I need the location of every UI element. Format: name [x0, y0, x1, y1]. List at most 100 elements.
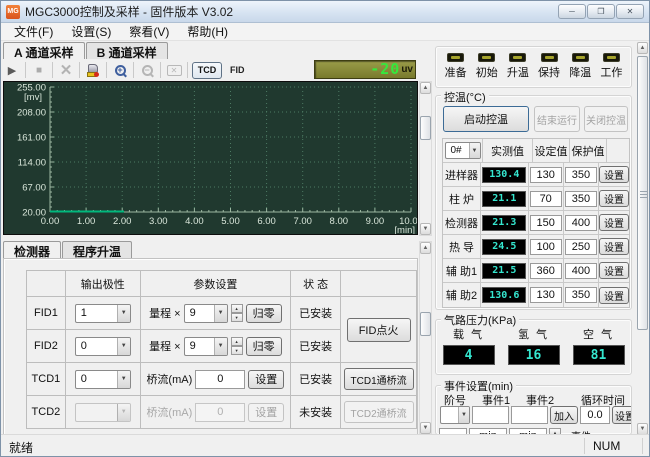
- tcd2-bridge-input: 0: [195, 403, 245, 422]
- tcd1-bridge-input[interactable]: 0: [195, 370, 245, 389]
- tcd-toggle-button[interactable]: TCD: [192, 62, 222, 79]
- right-panel-scrollbar[interactable]: ▲ ▼: [637, 42, 650, 435]
- set-value-input[interactable]: 70: [530, 191, 562, 207]
- temp-set-button[interactable]: 设置: [599, 166, 629, 183]
- led-icon: [541, 53, 558, 62]
- scroll-up-icon[interactable]: ▲: [420, 242, 431, 254]
- protect-value-input[interactable]: 250: [565, 239, 597, 255]
- close-button[interactable]: ✕: [616, 4, 644, 19]
- svg-text:[min]: [min]: [394, 225, 415, 234]
- fid-toggle-button[interactable]: FID: [230, 65, 245, 75]
- temp-table: 0#▼ 实测值 设定值 保护值 进样器 130.4 130 350 设置 柱 炉…: [442, 138, 630, 308]
- cycle-time-input[interactable]: 0.0: [580, 406, 610, 424]
- spin-up-icon[interactable]: ▲: [231, 337, 243, 346]
- actual-lcd: 21.3: [482, 215, 526, 231]
- zoom-out-button[interactable]: −: [138, 61, 156, 79]
- temp-header-protect: 保护值: [570, 139, 607, 162]
- spin-down-icon[interactable]: ▼: [231, 346, 243, 355]
- fid2-range-select[interactable]: 9▼: [184, 337, 228, 356]
- tcd1-polarity-select[interactable]: 0▼: [75, 370, 131, 389]
- air-pressure-lcd: 81: [573, 345, 625, 365]
- temp-set-button[interactable]: 设置: [599, 190, 629, 207]
- add-event-button[interactable]: 加入: [550, 406, 578, 424]
- temp-set-button[interactable]: 设置: [599, 262, 629, 279]
- tab-channel-b[interactable]: B 通道采样: [86, 42, 168, 59]
- restore-button[interactable]: ❐: [587, 4, 615, 19]
- fid2-polarity-select[interactable]: 0▼: [75, 337, 131, 356]
- temp-row-injector: 进样器 130.4 130 350 设置: [443, 163, 629, 187]
- minimize-button[interactable]: ─: [558, 4, 586, 19]
- tcd1-bridge-on-button[interactable]: TCD1通桥流: [344, 368, 414, 390]
- channel-tabs: A 通道采样 B 通道采样: [3, 42, 169, 59]
- det-row-label: TCD1: [27, 363, 66, 396]
- delete-button[interactable]: ✕: [57, 61, 75, 79]
- temp-row-column-oven: 柱 炉 21.1 70 350 设置: [443, 187, 629, 211]
- fid1-polarity-select[interactable]: 1▼: [75, 304, 131, 323]
- fid-ignite-button[interactable]: FID点火: [347, 318, 411, 342]
- menu-view[interactable]: 察看(V): [120, 22, 178, 41]
- tcd1-set-button[interactable]: 设置: [248, 370, 284, 389]
- fid1-zero-button[interactable]: 归零: [246, 304, 282, 323]
- protect-value-input[interactable]: 400: [565, 215, 597, 231]
- protect-value-input[interactable]: 350: [565, 167, 597, 183]
- detector-scrollbar-thumb[interactable]: [420, 312, 431, 336]
- actual-lcd: 21.5: [482, 263, 526, 279]
- set-value-input[interactable]: 100: [530, 239, 562, 255]
- fid2-range-spinner[interactable]: ▲▼: [231, 337, 243, 355]
- temp-set-button[interactable]: 设置: [599, 214, 629, 231]
- set-value-input[interactable]: 130: [530, 287, 562, 303]
- menu-settings[interactable]: 设置(S): [62, 22, 120, 41]
- svg-text:8.00: 8.00: [330, 216, 349, 227]
- temp-control-group: 启动控温 结束运行 关闭控温 0#▼ 实测值 设定值 保护值 进样器 130.4…: [435, 95, 632, 310]
- led-heating: 升温: [507, 53, 529, 80]
- tab-temp-program[interactable]: 程序升温: [62, 241, 132, 258]
- menu-help[interactable]: 帮助(H): [178, 22, 237, 41]
- tab-detector[interactable]: 检测器: [3, 241, 61, 258]
- start-acquisition-button[interactable]: ▶: [3, 61, 21, 79]
- set-value-input[interactable]: 130: [530, 167, 562, 183]
- start-temp-button[interactable]: 启动控温: [443, 106, 529, 132]
- detector-scrollbar[interactable]: ▲ ▼: [419, 241, 432, 435]
- protect-value-input[interactable]: 400: [565, 263, 597, 279]
- temp-channel-select[interactable]: 0#▼: [445, 142, 481, 159]
- temp-set-button[interactable]: 设置: [599, 287, 629, 304]
- signal-value: -20: [370, 62, 400, 77]
- temp-row-aux1: 辅 助1 21.5 360 400 设置: [443, 259, 629, 283]
- menu-file[interactable]: 文件(F): [5, 22, 62, 41]
- temp-set-button[interactable]: 设置: [599, 238, 629, 255]
- spin-up-icon[interactable]: ▲: [231, 304, 243, 313]
- bridge-label: 桥流(mA): [146, 404, 192, 420]
- chevron-down-icon: ▼: [214, 305, 227, 322]
- zoom-out-icon: −: [142, 65, 153, 76]
- fid1-range-spinner[interactable]: ▲▼: [231, 304, 243, 322]
- tab-channel-a[interactable]: A 通道采样: [3, 42, 85, 59]
- chart-scrollbar[interactable]: ▲ ▼: [419, 81, 432, 236]
- scroll-up-icon[interactable]: ▲: [420, 82, 431, 94]
- stage-select[interactable]: ▼: [440, 406, 470, 424]
- sample-button[interactable]: [84, 61, 102, 79]
- actual-lcd: 24.5: [482, 239, 526, 255]
- range-label: 量程 ×: [149, 338, 180, 354]
- full-view-button[interactable]: ✕: [165, 61, 183, 79]
- set-value-input[interactable]: 360: [530, 263, 562, 279]
- fid2-zero-button[interactable]: 归零: [246, 337, 282, 356]
- zoom-in-button[interactable]: +: [111, 61, 129, 79]
- scroll-down-icon[interactable]: ▼: [420, 223, 431, 235]
- set-value-input[interactable]: 150: [530, 215, 562, 231]
- event2-input[interactable]: [511, 406, 548, 424]
- svg-text:5.00: 5.00: [221, 216, 240, 227]
- spin-down-icon[interactable]: ▼: [231, 313, 243, 322]
- title-bar[interactable]: MG MGC3000控制及采样 - 固件版本 V3.02 ─ ❐ ✕: [1, 1, 649, 23]
- right-scrollbar-thumb[interactable]: [637, 56, 648, 330]
- event1-input[interactable]: [472, 406, 509, 424]
- protect-value-input[interactable]: 350: [565, 287, 597, 303]
- svg-text:1.00: 1.00: [77, 216, 96, 227]
- protect-value-input[interactable]: 350: [565, 191, 597, 207]
- cycle-set-button[interactable]: 设置: [612, 406, 632, 424]
- scroll-down-icon[interactable]: ▼: [420, 422, 431, 434]
- stop-acquisition-button[interactable]: ■: [30, 61, 48, 79]
- scroll-up-icon[interactable]: ▲: [637, 42, 648, 54]
- fid1-range-select[interactable]: 9▼: [184, 304, 228, 323]
- svg-text:2.00: 2.00: [113, 216, 132, 227]
- chart-scrollbar-thumb[interactable]: [420, 116, 431, 140]
